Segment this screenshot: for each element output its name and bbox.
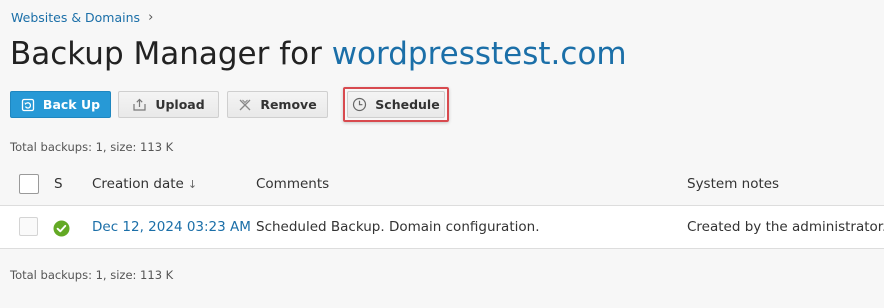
table-row: Dec 12, 2024 03:23 AM Scheduled Backup. … [0,206,884,249]
clock-icon [353,97,367,112]
backup-manager-page: Websites & Domains › Backup Manager for … [0,0,884,308]
backup-button[interactable]: Back Up [10,91,111,118]
backup-comments: Scheduled Backup. Domain configuration. [256,219,540,235]
column-header-status[interactable]: S [54,176,63,192]
row-select-checkbox[interactable] [19,217,38,236]
column-header-system-notes[interactable]: System notes [687,176,779,192]
upload-icon [133,98,146,111]
remove-icon [239,99,251,110]
check-circle-icon [53,220,70,237]
remove-button-label: Remove [260,97,317,112]
page-title-prefix: Backup Manager for [10,36,332,72]
schedule-button[interactable]: Schedule [347,91,445,118]
page-title: Backup Manager for wordpresstest.com [10,36,627,72]
column-header-comments[interactable]: Comments [256,176,329,192]
total-backups-summary-bottom: Total backups: 1, size: 113 K [10,268,174,282]
column-header-creation-date-label: Creation date [92,176,184,192]
backup-icon [21,98,35,111]
chevron-right-icon: › [148,10,154,25]
upload-button-label: Upload [155,97,205,112]
upload-button[interactable]: Upload [118,91,219,118]
schedule-button-label: Schedule [375,97,440,112]
backup-button-label: Back Up [42,97,101,112]
select-all-checkbox[interactable] [19,174,39,194]
backups-table: S Creation date ↓ Comments System notes … [0,163,884,249]
breadcrumb: Websites & Domains › [11,10,153,25]
table-header-row: S Creation date ↓ Comments System notes [0,163,884,206]
backup-system-notes: Created by the administrator. [687,219,884,235]
page-title-domain: wordpresstest.com [331,36,627,72]
total-backups-summary-top: Total backups: 1, size: 113 K [10,140,174,154]
column-header-creation-date[interactable]: Creation date ↓ [92,176,197,192]
sort-arrow-icon: ↓ [187,177,198,191]
breadcrumb-link-websites-domains[interactable]: Websites & Domains [11,10,140,25]
remove-button[interactable]: Remove [227,91,328,118]
backup-date-link[interactable]: Dec 12, 2024 03:23 AM [92,219,251,235]
